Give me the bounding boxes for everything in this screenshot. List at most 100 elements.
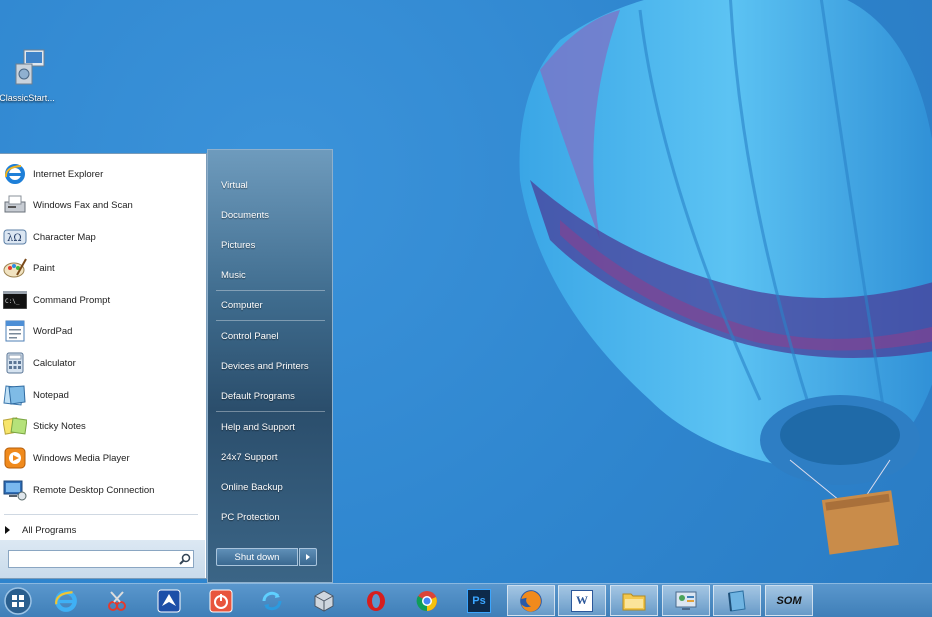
svg-text:C:\_: C:\_ (5, 298, 20, 305)
program-label: Character Map (33, 231, 96, 243)
photoshop-icon: Ps (467, 588, 491, 613)
taskbar-opera[interactable] (352, 585, 400, 616)
program-label: Notepad (33, 389, 69, 401)
control-panel-icon (675, 591, 697, 610)
program-paint[interactable]: Paint (0, 253, 205, 283)
taskbar-book[interactable] (713, 585, 761, 616)
program-character-map[interactable]: λΩ Character Map (0, 222, 205, 252)
program-label: Paint (33, 262, 55, 274)
place-control-panel[interactable]: Control Panel (216, 325, 326, 347)
taskbar-word[interactable]: W (558, 585, 606, 616)
place-documents[interactable]: Documents (216, 204, 326, 226)
taskbar-firefox[interactable] (507, 585, 555, 616)
balloon-wallpaper (519, 0, 932, 555)
taskbar-package[interactable] (300, 585, 348, 616)
program-command-prompt[interactable]: C:\_ Command Prompt (0, 285, 205, 315)
program-label: Windows Media Player (33, 452, 130, 464)
arrow-right-icon (306, 554, 310, 560)
place-default-programs[interactable]: Default Programs (216, 385, 326, 407)
place-24x7-support[interactable]: 24x7 Support (216, 446, 326, 468)
places-pane: Virtual Documents Pictures Music Compute… (207, 149, 333, 583)
programs-pane: Internet Explorer Windows Fax and Scan λ… (0, 153, 207, 579)
program-notepad[interactable]: Notepad (0, 380, 205, 410)
svg-text:λΩ: λΩ (7, 233, 22, 244)
calculator-icon (6, 352, 24, 374)
program-windows-media-player[interactable]: Windows Media Player (0, 443, 205, 473)
program-label: Internet Explorer (33, 168, 104, 180)
som-text: SOM (776, 594, 802, 607)
place-devices-and-printers[interactable]: Devices and Printers (216, 355, 326, 377)
all-programs-button[interactable]: All Programs (0, 520, 205, 540)
program-calculator[interactable]: Calculator (0, 348, 205, 378)
power-app-icon (209, 589, 233, 612)
internet-explorer-icon (4, 164, 25, 184)
file-explorer-icon (622, 593, 646, 610)
taskbar-power-app[interactable] (197, 585, 245, 616)
program-remote-desktop-connection[interactable]: Remote Desktop Connection (0, 475, 205, 505)
taskbar-app[interactable] (145, 585, 193, 616)
program-windows-fax-and-scan[interactable]: Windows Fax and Scan (0, 190, 205, 220)
taskbar-som[interactable]: SOM (765, 585, 813, 616)
place-pictures[interactable]: Pictures (216, 234, 326, 256)
program-label: Calculator (33, 357, 76, 369)
book-icon (728, 589, 746, 612)
divider (216, 411, 325, 412)
program-wordpad[interactable]: WordPad (0, 316, 205, 346)
program-label: Command Prompt (33, 294, 111, 306)
program-label: Sticky Notes (33, 420, 86, 432)
remote-desktop-icon (3, 480, 27, 501)
taskbar-snipping-tool[interactable] (93, 585, 141, 616)
place-pc-protection[interactable]: PC Protection (216, 506, 326, 528)
internet-explorer-icon (55, 589, 77, 612)
word-text: W (576, 593, 588, 607)
program-sticky-notes[interactable]: Sticky Notes (0, 411, 205, 441)
place-help-and-support[interactable]: Help and Support (216, 416, 326, 438)
start-menu: Internet Explorer Windows Fax and Scan λ… (0, 149, 333, 583)
photoshop-text: Ps (472, 594, 486, 607)
sticky-notes-icon (3, 417, 27, 435)
search-input[interactable] (8, 550, 194, 568)
app-logo-icon (157, 589, 181, 612)
taskbar-photoshop[interactable]: Ps (455, 585, 503, 616)
notepad-icon (3, 385, 26, 406)
program-label: WordPad (33, 325, 73, 337)
divider (216, 320, 325, 321)
program-label: Windows Fax and Scan (33, 199, 133, 211)
windows-start-icon (4, 587, 32, 615)
package-icon (314, 589, 334, 612)
sync-icon (262, 591, 282, 610)
media-player-icon (4, 447, 26, 469)
word-icon: W (571, 589, 593, 612)
taskbar-chrome[interactable] (403, 585, 451, 616)
snipping-tool-icon (108, 590, 126, 611)
taskbar: Ps W SOM (0, 583, 932, 617)
shutdown-options-button[interactable] (299, 548, 317, 566)
taskbar-file-explorer[interactable] (610, 585, 658, 616)
place-virtual[interactable]: Virtual (216, 174, 326, 196)
character-map-icon: λΩ (3, 229, 27, 245)
program-internet-explorer[interactable]: Internet Explorer (0, 159, 205, 189)
opera-icon (367, 590, 385, 611)
wordpad-icon (5, 320, 25, 342)
taskbar-control-panel[interactable] (662, 585, 710, 616)
taskbar-internet-explorer[interactable] (42, 585, 90, 616)
start-button[interactable] (2, 585, 34, 617)
paint-icon (3, 258, 27, 278)
all-programs-label: All Programs (22, 524, 77, 536)
divider (4, 514, 198, 515)
arrow-right-icon (5, 526, 10, 534)
taskbar-sync[interactable] (248, 585, 296, 616)
program-label: Remote Desktop Connection (33, 484, 155, 496)
command-prompt-icon: C:\_ (3, 291, 27, 309)
desktop-icon-label: ClassicStart... (0, 93, 55, 103)
divider (216, 290, 325, 291)
desktop-icon-classicstart[interactable]: ClassicStart... (0, 48, 60, 103)
shutdown-button[interactable]: Shut down (216, 548, 298, 566)
installer-icon (15, 49, 45, 85)
search-icon[interactable] (179, 553, 191, 565)
firefox-icon (520, 589, 542, 612)
place-computer[interactable]: Computer (216, 294, 326, 316)
place-music[interactable]: Music (216, 264, 326, 286)
place-online-backup[interactable]: Online Backup (216, 476, 326, 498)
chrome-icon (416, 590, 437, 611)
